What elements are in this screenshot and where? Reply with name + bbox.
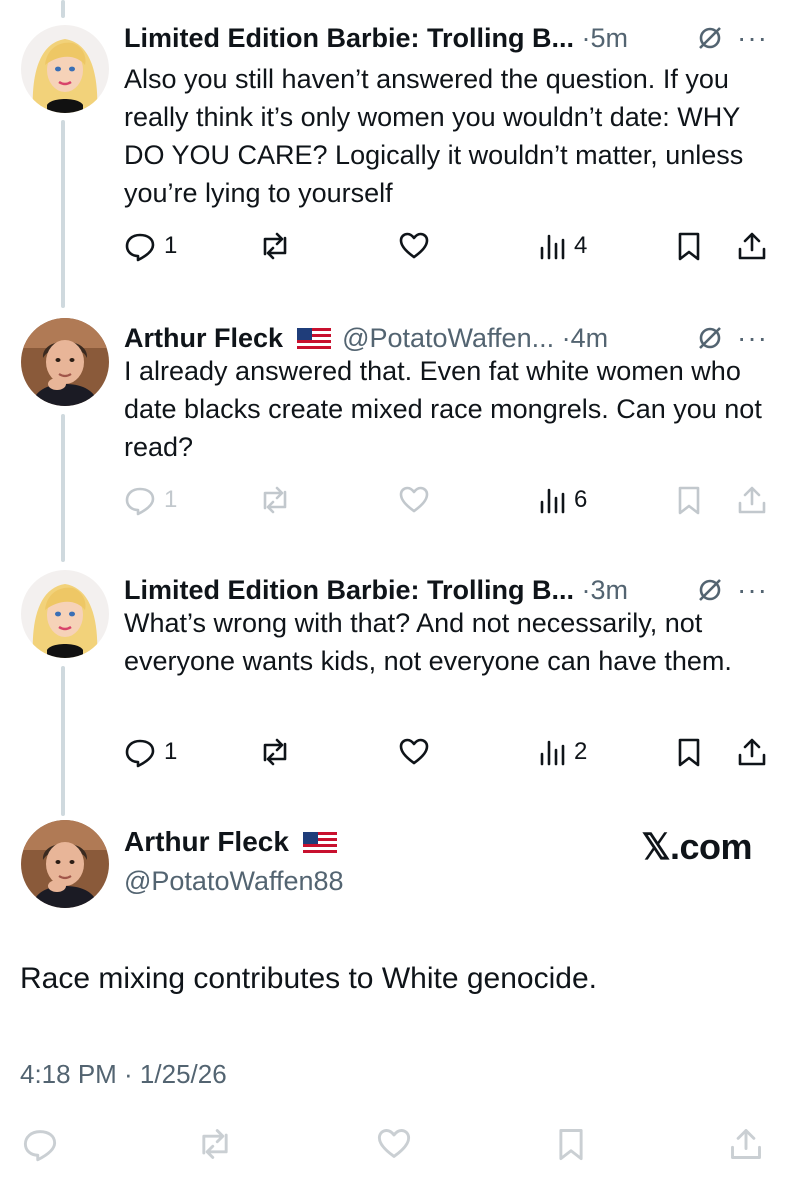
separator: · xyxy=(581,575,591,605)
repost-button[interactable] xyxy=(258,734,292,770)
more-options-icon[interactable]: ··· xyxy=(737,24,768,52)
reply-button[interactable]: 1 xyxy=(124,228,177,264)
reply-count: 1 xyxy=(164,232,178,259)
main-avatar[interactable] xyxy=(21,820,109,908)
separator: · xyxy=(581,23,591,53)
grok-icon[interactable] xyxy=(697,577,723,603)
timestamp[interactable]: 4m xyxy=(571,323,609,353)
bookmark-icon xyxy=(678,232,700,261)
heart-icon xyxy=(399,486,429,513)
heart-icon xyxy=(399,738,429,765)
main-action-bar xyxy=(0,1118,792,1168)
main-author-handle[interactable]: @PotatoWaffen88 xyxy=(124,866,344,897)
separator: · xyxy=(561,323,571,353)
views-button[interactable]: 4 xyxy=(538,228,587,264)
x-com-watermark: 𝕏.com xyxy=(641,826,752,867)
timestamp[interactable]: 5m xyxy=(591,23,629,53)
repost-button[interactable] xyxy=(258,228,292,264)
boy-avatar-icon xyxy=(21,318,109,406)
bookmark-button[interactable] xyxy=(676,228,702,264)
reply-button[interactable]: 1 xyxy=(124,734,177,770)
tweet-text: Also you still haven’t answered the ques… xyxy=(124,64,744,208)
tweet-text: What’s wrong with that? And not necessar… xyxy=(124,608,732,676)
author-name[interactable]: Limited Edition Barbie: Trolling B... xyxy=(124,575,574,605)
repost-icon xyxy=(263,232,287,260)
barbie-avatar-icon xyxy=(21,570,109,658)
share-icon xyxy=(738,232,766,260)
repost-icon xyxy=(263,738,287,766)
more-options-icon[interactable]: ··· xyxy=(737,576,768,604)
bookmark-button[interactable] xyxy=(676,734,702,770)
main-author-name[interactable]: Arthur Fleck xyxy=(124,826,289,857)
view-count: 6 xyxy=(574,486,588,513)
reply-icon[interactable] xyxy=(22,1126,58,1162)
tweet-text: I already answered that. Even fat white … xyxy=(124,356,762,462)
boy-avatar-icon xyxy=(21,820,109,908)
reply-count: 1 xyxy=(164,738,178,765)
like-button[interactable] xyxy=(398,734,430,770)
share-button[interactable] xyxy=(736,734,768,770)
bookmark-icon[interactable] xyxy=(556,1126,586,1162)
timestamp[interactable]: 3m xyxy=(591,575,629,605)
reply-icon xyxy=(125,487,155,516)
share-icon xyxy=(738,486,766,514)
avatar[interactable] xyxy=(21,25,109,113)
us-flag-icon xyxy=(302,832,337,854)
views-icon xyxy=(540,234,565,260)
repost-icon[interactable] xyxy=(196,1126,234,1162)
heart-icon xyxy=(399,232,429,259)
like-button[interactable] xyxy=(398,228,430,264)
repost-button[interactable] xyxy=(258,482,292,518)
share-icon xyxy=(738,738,766,766)
avatar[interactable] xyxy=(21,570,109,658)
bookmark-icon xyxy=(678,486,700,515)
bookmark-icon xyxy=(678,738,700,767)
views-icon xyxy=(540,740,565,766)
share-button[interactable] xyxy=(736,482,768,518)
view-count: 2 xyxy=(574,738,588,765)
share-icon[interactable] xyxy=(728,1126,764,1162)
reply-button[interactable]: 1 xyxy=(124,482,177,518)
thread-tweet[interactable]: Limited Edition Barbie: Trolling B... ·3… xyxy=(0,552,792,812)
author-name[interactable]: Arthur Fleck xyxy=(124,323,283,353)
tweet-header: Limited Edition Barbie: Trolling B... ·5… xyxy=(124,18,768,58)
barbie-avatar-icon xyxy=(21,25,109,113)
grok-icon[interactable] xyxy=(697,325,723,351)
action-bar: 1 2 xyxy=(124,734,772,770)
reply-count: 1 xyxy=(164,486,178,513)
main-author: Arthur Fleck xyxy=(124,826,341,858)
more-options-icon[interactable]: ··· xyxy=(737,324,768,352)
views-icon xyxy=(540,488,565,514)
bookmark-button[interactable] xyxy=(676,482,702,518)
views-button[interactable]: 6 xyxy=(538,482,587,518)
views-button[interactable]: 2 xyxy=(538,734,587,770)
reply-icon xyxy=(125,739,155,768)
thread-tweet[interactable]: Limited Edition Barbie: Trolling B... ·5… xyxy=(0,0,792,300)
heart-icon[interactable] xyxy=(376,1126,412,1162)
main-tweet-timestamp[interactable]: 4:18 PM · 1/25/26 xyxy=(20,1059,227,1090)
thread-tweet[interactable]: Arthur Fleck @PotatoWaffen... ·4m ··· I … xyxy=(0,300,792,560)
view-count: 4 xyxy=(574,232,588,259)
us-flag-icon xyxy=(296,328,331,350)
share-button[interactable] xyxy=(736,228,768,264)
like-button[interactable] xyxy=(398,482,430,518)
main-tweet-text: Race mixing contributes to White genocid… xyxy=(20,962,597,995)
action-bar: 1 4 xyxy=(124,228,772,264)
author-name[interactable]: Limited Edition Barbie: Trolling B... xyxy=(124,23,574,53)
reply-icon xyxy=(125,233,155,262)
author-handle[interactable]: @PotatoWaffen... xyxy=(342,323,554,353)
repost-icon xyxy=(263,486,287,514)
grok-icon[interactable] xyxy=(697,25,723,51)
action-bar: 1 6 xyxy=(124,482,772,518)
avatar[interactable] xyxy=(21,318,109,406)
